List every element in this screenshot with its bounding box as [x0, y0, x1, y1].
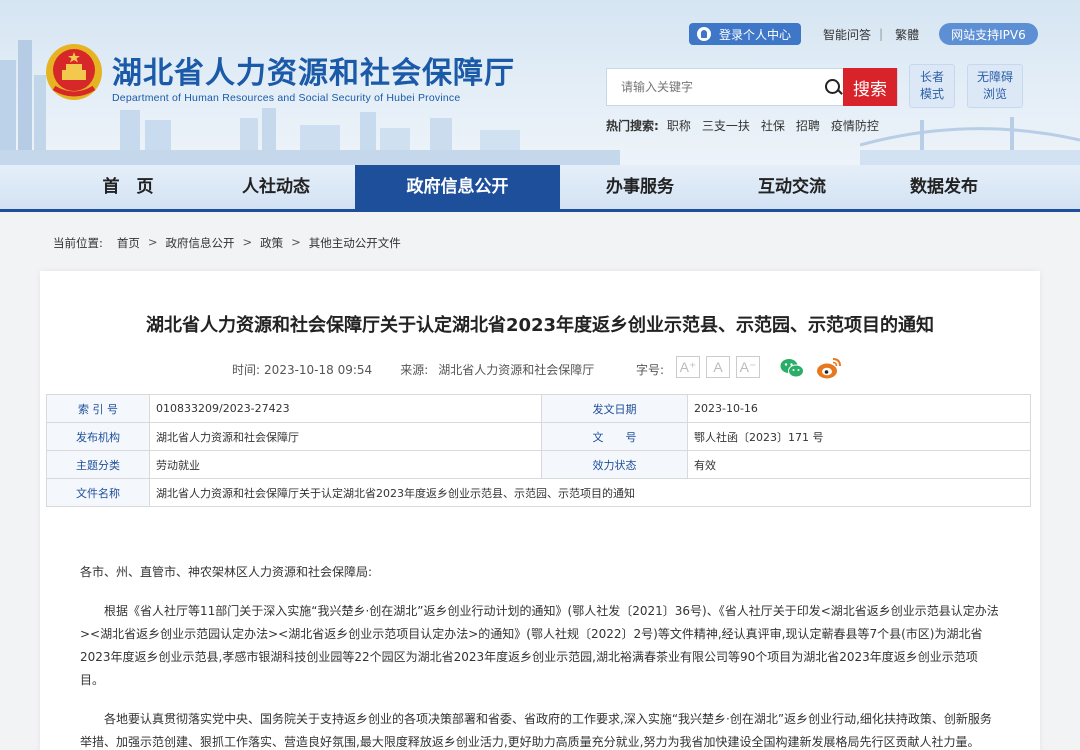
separator: | [879, 27, 884, 41]
docno-label: 文 号 [541, 422, 688, 451]
national-emblem-logo [46, 44, 102, 100]
search-input[interactable] [607, 69, 817, 105]
personal-center-button[interactable]: 登录个人中心 [689, 23, 802, 45]
breadcrumb-separator: > [147, 235, 158, 249]
site-title: 湖北省人力资源和社会保障厅 [112, 56, 515, 91]
elder-mode-label-2: 模式 [919, 87, 944, 101]
nav-data-release[interactable]: 数据发布 [876, 165, 1012, 209]
hot-term[interactable]: 社保 [761, 117, 785, 134]
breadcrumb: 当前位置: 首页 > 政府信息公开 > 政策 > 其他主动公开文件 [53, 235, 409, 251]
site-header: 湖北省人力资源和社会保障厅 Department of Human Resour… [0, 0, 1080, 165]
hot-term[interactable]: 职称 [667, 117, 691, 134]
weibo-share-icon[interactable] [816, 356, 842, 380]
nav-home[interactable]: 首 页 [60, 165, 196, 209]
breadcrumb-item-policy[interactable]: 政策 [260, 235, 283, 251]
filename-value: 湖北省人力资源和社会保障厅关于认定湖北省2023年度返乡创业示范县、示范园、示范… [149, 478, 1031, 507]
table-row: 文件名称 湖北省人力资源和社会保障厅关于认定湖北省2023年度返乡创业示范县、示… [46, 478, 1031, 507]
breadcrumb-item-other-files[interactable]: 其他主动公开文件 [309, 235, 401, 251]
filename-label: 文件名称 [46, 478, 150, 507]
article-card: 湖北省人力资源和社会保障厅关于认定湖北省2023年度返乡创业示范县、示范园、示范… [40, 271, 1040, 750]
topic-value: 劳动就业 [149, 450, 542, 479]
accessibility-label-2: 浏览 [982, 87, 1007, 101]
breadcrumb-separator: > [242, 235, 253, 249]
paragraph-1: 根据《省人社厅等11部门关于深入实施“我兴楚乡·创在湖北”返乡创业行动计划的通知… [80, 604, 999, 687]
status-label: 效力状态 [541, 450, 688, 479]
personal-center-label: 登录个人中心 [719, 27, 792, 42]
hot-search-label: 热门搜索: [606, 119, 659, 133]
user-icon [697, 27, 711, 41]
salutation: 各市、州、直管市、神农架林区人力资源和社会保障局: [80, 565, 373, 579]
nav-services[interactable]: 办事服务 [572, 165, 708, 209]
article-source: 湖北省人力资源和社会保障厅 [438, 363, 595, 377]
breadcrumb-separator: > [291, 235, 301, 249]
paragraph-2: 各地要认真贯彻落实党中央、国务院关于支持返乡创业的各项决策部署和省委、省政府的工… [80, 712, 992, 749]
hot-term[interactable]: 三支一扶 [702, 117, 750, 134]
topic-label: 主题分类 [46, 450, 150, 479]
table-row: 主题分类 劳动就业 效力状态 有效 [46, 450, 1031, 479]
hot-search: 热门搜索: 职称 三支一扶 社保 招聘 疫情防控 [606, 117, 890, 134]
wechat-share-icon[interactable] [780, 358, 804, 378]
accessibility-button[interactable]: 无障碍 浏览 [967, 64, 1023, 108]
search-box: 搜索 [606, 68, 898, 106]
article-meta: 时间: 2023-10-18 09:54 来源: 湖北省人力资源和社会保障厅 [232, 361, 594, 378]
time-label: 时间: [232, 363, 261, 377]
search-button[interactable]: 搜索 [843, 68, 897, 106]
date-label: 发文日期 [541, 394, 688, 423]
table-row: 索 引 号 010833209/2023-27423 发文日期 2023-10-… [46, 394, 1031, 423]
index-label: 索 引 号 [46, 394, 150, 423]
org-value: 湖北省人力资源和社会保障厅 [149, 422, 542, 451]
status-value: 有效 [687, 450, 1031, 479]
font-size-default-button[interactable]: A [706, 356, 730, 378]
table-row: 发布机构 湖北省人力资源和社会保障厅 文 号 鄂人社函〔2023〕171 号 [46, 422, 1031, 451]
ipv6-badge[interactable]: 网站支持IPV6 [939, 23, 1038, 45]
publish-time: 2023-10-18 09:54 [264, 362, 373, 377]
article-body: 各市、州、直管市、神农架林区人力资源和社会保障局: 根据《省人社厅等11部门关于… [80, 561, 1000, 750]
elder-mode-button[interactable]: 长者 模式 [909, 64, 955, 108]
article-title: 湖北省人力资源和社会保障厅关于认定湖北省2023年度返乡创业示范县、示范园、示范… [145, 315, 935, 336]
nav-hr-news[interactable]: 人社动态 [208, 165, 344, 209]
nav-interaction[interactable]: 互动交流 [724, 165, 860, 209]
hot-term[interactable]: 招聘 [796, 117, 820, 134]
traditional-chinese-link[interactable]: 繁體 [895, 26, 919, 43]
nav-gov-info[interactable]: 政府信息公开 [355, 165, 560, 209]
date-value: 2023-10-16 [687, 394, 1031, 423]
breadcrumb-item-home[interactable]: 首页 [117, 235, 140, 251]
smart-qa-link[interactable]: 智能问答 [823, 26, 871, 43]
font-size-label: 字号: [636, 363, 665, 377]
font-size-decrease-button[interactable]: A⁻ [736, 356, 760, 378]
index-value: 010833209/2023-27423 [149, 394, 542, 423]
site-subtitle: Department of Human Resources and Social… [112, 92, 461, 104]
top-links: 登录个人中心 智能问答 | 繁體 网站支持IPV6 [689, 22, 1038, 46]
org-label: 发布机构 [46, 422, 150, 451]
font-size-increase-button[interactable]: A⁺ [676, 356, 700, 378]
source-label: 来源: [400, 363, 429, 377]
document-info-table: 索 引 号 010833209/2023-27423 发文日期 2023-10-… [46, 394, 1031, 507]
accessibility-label-1: 无障碍 [976, 70, 1013, 84]
hot-term[interactable]: 疫情防控 [831, 117, 879, 134]
breadcrumb-label: 当前位置: [53, 236, 103, 250]
elder-mode-label-1: 长者 [919, 70, 944, 84]
breadcrumb-item-gov-info[interactable]: 政府信息公开 [166, 235, 235, 251]
main-nav: 首 页 人社动态 政府信息公开 办事服务 互动交流 数据发布 [0, 165, 1080, 212]
docno-value: 鄂人社函〔2023〕171 号 [687, 422, 1031, 451]
